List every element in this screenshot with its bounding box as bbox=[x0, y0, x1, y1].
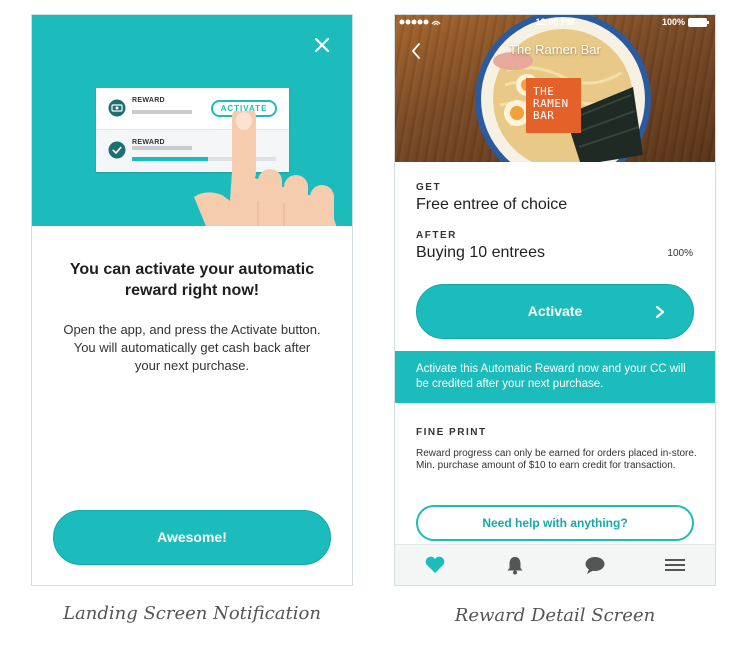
awesome-button[interactable]: Awesome! bbox=[53, 510, 331, 565]
progress-percent: 100% bbox=[667, 248, 693, 259]
menu-icon[interactable] bbox=[664, 555, 686, 575]
battery-percent: 100% bbox=[661, 17, 685, 27]
landing-caption: Landing Screen Notification bbox=[63, 603, 321, 624]
landing-screen: REWARD ACTIVATE REWARD You can activate … bbox=[31, 14, 353, 586]
after-label: AFTER bbox=[416, 230, 457, 241]
tab-bar bbox=[395, 544, 715, 585]
chevron-right-icon bbox=[655, 305, 665, 319]
heart-icon[interactable] bbox=[424, 555, 446, 575]
activate-button[interactable]: Activate bbox=[416, 284, 694, 339]
after-value: Buying 10 entrees bbox=[416, 244, 545, 261]
info-banner: Activate this Automatic Reward now and y… bbox=[395, 351, 715, 403]
landing-title: You can activate your automatic reward r… bbox=[69, 261, 315, 299]
reward-label: REWARD bbox=[132, 97, 165, 104]
status-bar: 12:00 PM 100% bbox=[395, 15, 715, 29]
activate-label: Activate bbox=[527, 303, 583, 319]
cash-icon bbox=[108, 99, 126, 117]
close-button[interactable] bbox=[312, 35, 332, 55]
get-label: GET bbox=[416, 182, 442, 193]
check-circle-icon bbox=[108, 141, 126, 159]
ramen-bar-logo: THE RAMEN BAR bbox=[526, 78, 581, 133]
logo-line: BAR bbox=[533, 109, 555, 122]
pointing-hand-illustration bbox=[194, 111, 337, 226]
reward-bar bbox=[132, 110, 192, 114]
close-icon bbox=[314, 37, 330, 53]
get-value: Free entree of choice bbox=[416, 196, 568, 213]
landing-body: Open the app, and press the Activate but… bbox=[63, 322, 321, 373]
chat-bubble-icon[interactable] bbox=[584, 555, 606, 575]
restaurant-hero-image: 12:00 PM 100% The Ramen Bar THE RAMEN BA… bbox=[395, 15, 715, 162]
fine-print-label: FINE PRINT bbox=[416, 427, 487, 438]
reward-bar bbox=[132, 146, 192, 150]
reward-label: REWARD bbox=[132, 139, 165, 146]
reward-detail-screen: 12:00 PM 100% The Ramen Bar THE RAMEN BA… bbox=[394, 14, 716, 586]
fine-print-text: Reward progress can only be earned for o… bbox=[416, 448, 697, 471]
detail-caption: Reward Detail Screen bbox=[454, 605, 656, 626]
bell-icon[interactable] bbox=[504, 555, 526, 575]
help-button[interactable]: Need help with anything? bbox=[416, 505, 694, 541]
restaurant-name: The Ramen Bar bbox=[509, 42, 601, 57]
landing-hero: REWARD ACTIVATE REWARD bbox=[32, 15, 352, 226]
battery-icon bbox=[688, 18, 709, 27]
